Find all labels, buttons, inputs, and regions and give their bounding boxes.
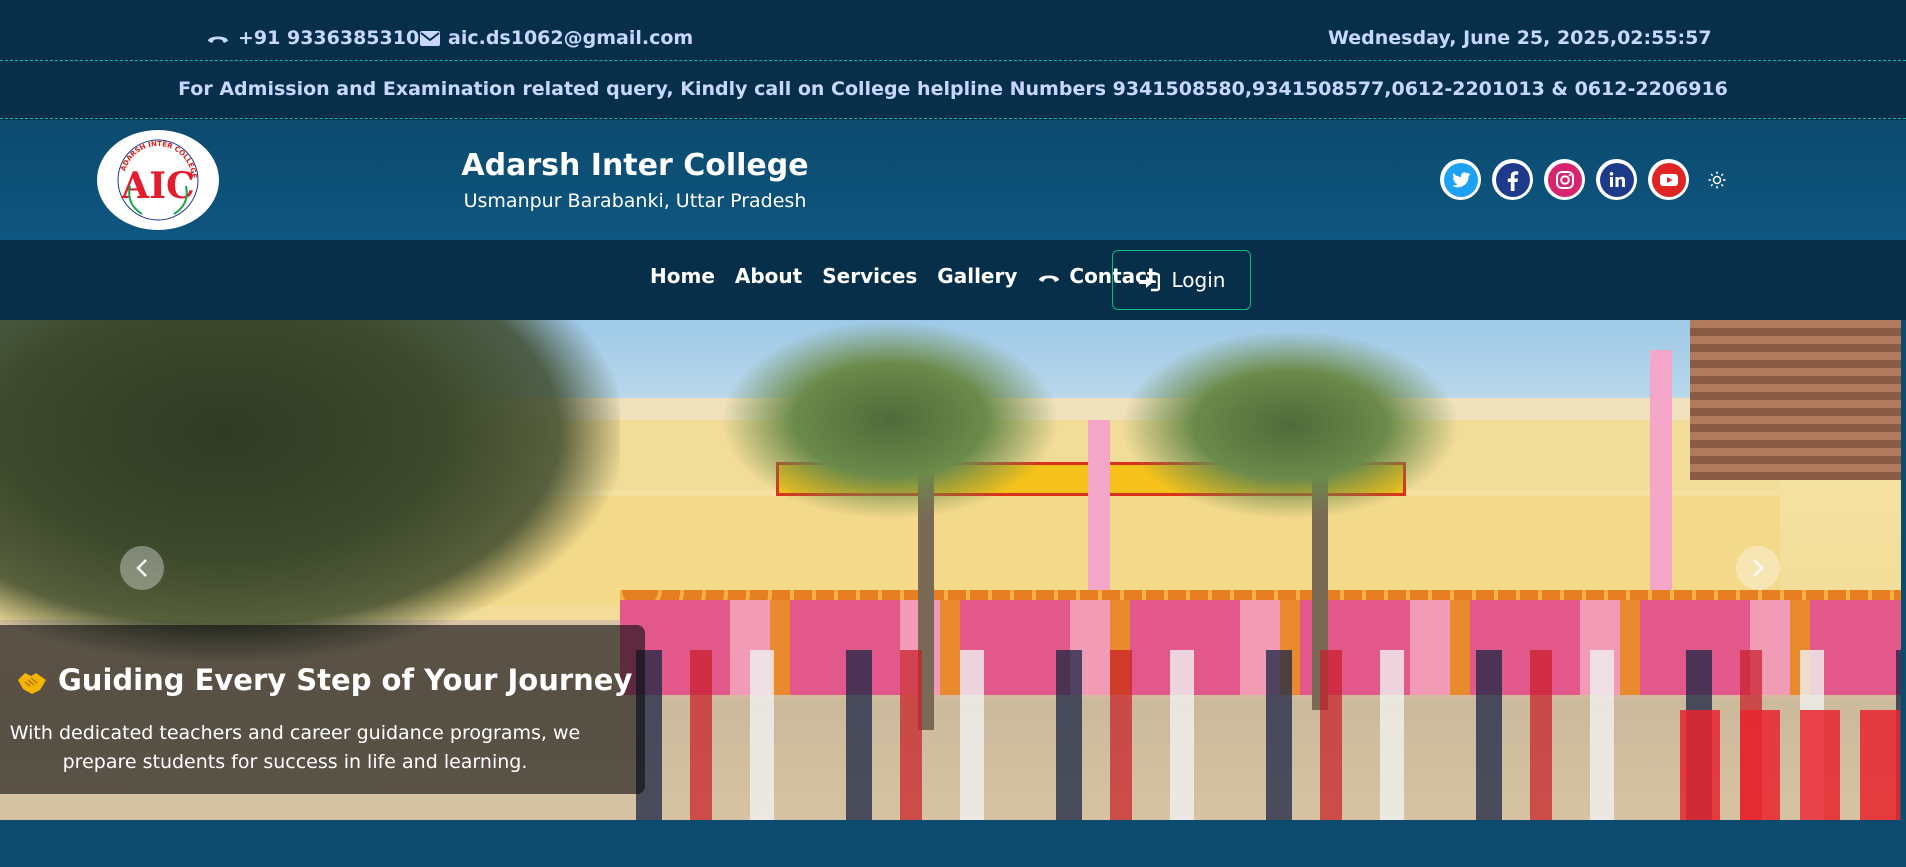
phone-contact[interactable]: +91 9336385310 <box>206 27 419 49</box>
hero-carousel: Guiding Every Step of Your Journey With … <box>0 320 1901 820</box>
current-datetime: Wednesday, June 25, 2025,02:55:57 <box>1328 27 1712 49</box>
youtube-icon <box>1651 162 1687 198</box>
hero-photo-chairs <box>1680 710 1901 820</box>
email-contact[interactable]: aic.ds1062@gmail.com <box>420 27 693 49</box>
nav-home[interactable]: Home <box>650 264 715 288</box>
phone-icon <box>206 27 230 49</box>
handshake-icon <box>16 663 48 697</box>
hero-photo-brick-wall <box>1690 320 1901 480</box>
college-name: Adarsh Inter College <box>461 148 809 183</box>
nav-gallery[interactable]: Gallery <box>937 264 1017 288</box>
top-info-bar: +91 9336385310 aic.ds1062@gmail.com Wedn… <box>0 0 1906 120</box>
carousel-next-button[interactable] <box>1736 546 1780 590</box>
caption-description: With dedicated teachers and career guida… <box>9 722 581 773</box>
hero-photo-palm-tree <box>1120 330 1460 520</box>
envelope-icon <box>420 27 440 49</box>
page-bottom-band <box>0 820 1906 867</box>
chevron-right-icon <box>1750 558 1766 579</box>
caption-heading: Guiding Every Step of Your Journey <box>58 663 633 697</box>
nav-about[interactable]: About <box>735 264 802 288</box>
instagram-icon <box>1547 162 1583 198</box>
hero-photo-pillar <box>1088 420 1110 600</box>
site-header: ADARSH INTER COLLEGE AIC Adarsh Inter Co… <box>0 120 1906 240</box>
sign-in-icon <box>1138 268 1160 292</box>
linkedin-link[interactable] <box>1596 159 1637 200</box>
nav-links: Home About Services Gallery Contact <box>650 264 1157 288</box>
twitter-link[interactable] <box>1440 159 1481 200</box>
carousel-prev-button[interactable] <box>120 546 164 590</box>
facebook-icon <box>1495 162 1531 198</box>
hero-photo-palm-tree <box>720 320 1060 520</box>
social-links <box>1440 159 1732 200</box>
phone-number: +91 9336385310 <box>238 27 420 49</box>
instagram-link[interactable] <box>1544 159 1585 200</box>
carousel-caption: Guiding Every Step of Your Journey With … <box>0 625 645 794</box>
hero-photo-pillar <box>1650 350 1672 600</box>
twitter-icon <box>1443 162 1479 198</box>
page-edge <box>1901 320 1906 820</box>
login-label: Login <box>1171 268 1226 292</box>
login-button[interactable]: Login <box>1112 250 1251 310</box>
youtube-link[interactable] <box>1648 159 1689 200</box>
hero-photo-tree <box>0 320 620 660</box>
college-location: Usmanpur Barabanki, Uttar Pradesh <box>463 190 807 212</box>
theme-toggle-button[interactable] <box>1702 165 1732 195</box>
email-address: aic.ds1062@gmail.com <box>448 27 694 49</box>
chevron-left-icon <box>134 558 150 579</box>
college-logo[interactable]: ADARSH INTER COLLEGE AIC <box>97 130 219 230</box>
facebook-link[interactable] <box>1492 159 1533 200</box>
helpline-notice: For Admission and Examination related qu… <box>178 78 1728 100</box>
phone-icon <box>1037 264 1061 288</box>
sun-icon <box>1708 170 1726 190</box>
linkedin-icon <box>1599 162 1635 198</box>
main-navigation: Home About Services Gallery Contact Logi… <box>0 240 1906 320</box>
nav-services[interactable]: Services <box>822 264 917 288</box>
caption-title: Guiding Every Step of Your Journey <box>16 663 632 697</box>
divider <box>0 118 1906 119</box>
